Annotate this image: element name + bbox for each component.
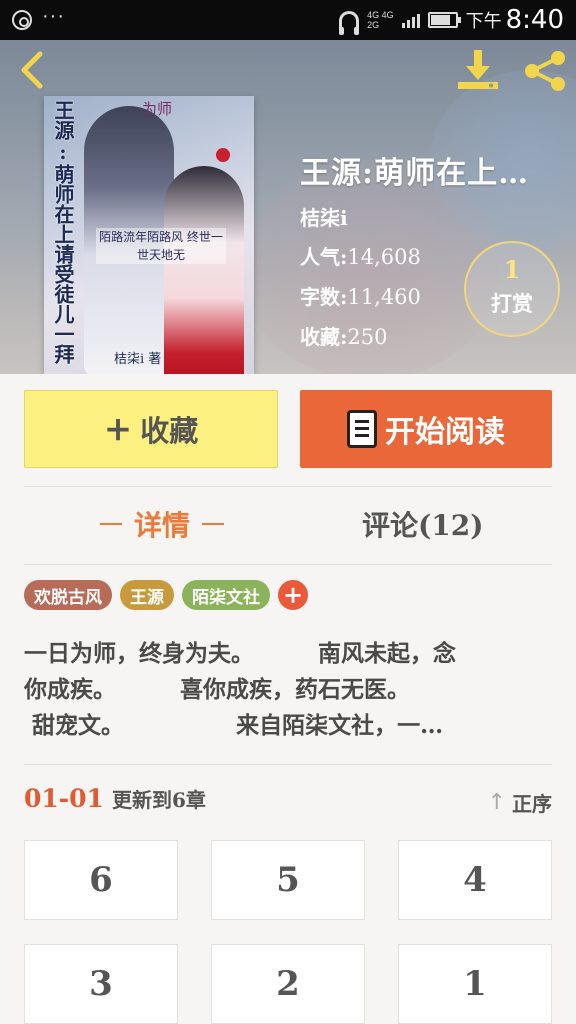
download-button[interactable] xyxy=(456,48,500,92)
cover-figure-female xyxy=(164,166,244,374)
network-top: 4G 4G xyxy=(367,10,394,20)
tab-comments[interactable]: 评论(12) xyxy=(362,500,483,548)
add-to-favorites-button[interactable]: + 收藏 xyxy=(24,390,278,468)
start-reading-label: 开始阅读 xyxy=(385,415,505,450)
network-indicator: 4G 4G 2G xyxy=(367,10,394,30)
stat-label: 字数: xyxy=(300,285,348,309)
book-description[interactable]: 一日为师，终身为夫。 南风未起，念 你成疾。 喜你成疾，药石无医。 甜宠文。 来… xyxy=(24,636,554,744)
update-date: 01-01 xyxy=(24,784,104,813)
tab-comments-label: 评论(12) xyxy=(362,509,484,542)
battery-icon xyxy=(427,12,461,28)
description-line: 你成疾。 喜你成疾，药石无医。 xyxy=(24,676,411,703)
stat-value: 11,460 xyxy=(347,285,421,309)
cover-flower xyxy=(216,148,230,162)
reward-button[interactable]: 1 打赏 xyxy=(464,241,560,337)
divider xyxy=(24,486,552,487)
favorite-label: 收藏 xyxy=(140,414,199,448)
book-icon xyxy=(347,410,377,448)
stat-label: 人气: xyxy=(300,245,348,269)
description-line: 甜宠文。 来自陌柒文社，一… xyxy=(24,712,444,739)
download-icon xyxy=(458,50,498,89)
tab-dash-right xyxy=(202,523,225,525)
chapter-button[interactable]: 1 xyxy=(398,944,552,1024)
divider xyxy=(24,764,552,765)
sort-order-label: 正序 xyxy=(512,792,552,816)
chapter-button[interactable]: 5 xyxy=(211,840,365,920)
start-reading-button[interactable]: 开始阅读 xyxy=(300,390,552,468)
update-info: 01-01 更新到6章 xyxy=(24,784,206,813)
book-header: 王源:萌师在上请受徒儿一拜 为师 陌路流年陌路风 终世一世天地无 桔柒i 著 王… xyxy=(0,40,576,374)
tag-chip[interactable]: 欢脱古风 xyxy=(24,580,112,610)
tab-details-label: 详情 xyxy=(134,509,191,542)
sort-order-button[interactable]: ↑ 正序 xyxy=(488,788,552,817)
description-line: 一日为师，终身为夫。 南风未起，念 xyxy=(24,640,457,667)
tag-list: 欢脱古风 王源 陌柒文社 + xyxy=(24,580,308,610)
book-cover[interactable]: 王源:萌师在上请受徒儿一拜 为师 陌路流年陌路风 终世一世天地无 桔柒i 著 xyxy=(44,96,254,374)
arrow-up-icon: ↑ xyxy=(487,790,506,815)
time-ampm: 下午 xyxy=(465,11,502,32)
tab-dash-left xyxy=(100,523,122,525)
tag-chip[interactable]: 陌柒文社 xyxy=(182,580,270,610)
network-bottom: 2G xyxy=(367,20,380,30)
cover-motto: 陌路流年陌路风 终世一世天地无 xyxy=(96,228,226,264)
reward-label: 打赏 xyxy=(491,291,533,316)
stat-value: 14,608 xyxy=(347,245,421,269)
book-author[interactable]: 桔柒i xyxy=(300,202,348,231)
tab-details[interactable]: 详情 xyxy=(88,500,236,548)
signal-icon xyxy=(401,12,420,28)
share-button[interactable] xyxy=(522,48,568,94)
cover-tag: 为师 xyxy=(142,100,173,118)
stat-favorites: 收藏:250 xyxy=(300,321,387,350)
back-button[interactable] xyxy=(14,50,54,90)
book-title: 王源:萌师在上… xyxy=(300,156,530,191)
stat-value: 250 xyxy=(347,325,388,349)
back-arrow-icon xyxy=(21,51,43,89)
stat-word-count: 字数:11,460 xyxy=(300,281,421,310)
reward-count: 1 xyxy=(503,255,521,284)
divider xyxy=(24,564,552,565)
update-text: 更新到6章 xyxy=(111,788,206,812)
share-icon xyxy=(525,51,565,91)
stat-label: 收藏: xyxy=(300,325,348,349)
plus-icon: + xyxy=(103,409,133,449)
tag-chip[interactable]: 王源 xyxy=(120,580,174,610)
more-notifications-icon: ··· xyxy=(42,5,65,27)
chapter-button[interactable]: 2 xyxy=(211,944,365,1024)
add-tag-button[interactable]: + xyxy=(278,580,308,610)
chapter-button[interactable]: 3 xyxy=(24,944,178,1024)
clock: 8:40 xyxy=(505,5,564,35)
status-bar: ··· 4G 4G 2G 下午 8:40 xyxy=(0,0,576,40)
sync-icon xyxy=(12,10,32,30)
stat-popularity: 人气:14,608 xyxy=(300,241,421,270)
chapter-button[interactable]: 6 xyxy=(24,840,178,920)
chapter-button[interactable]: 4 xyxy=(398,840,552,920)
cover-title: 王源:萌师在上请受徒儿一拜 xyxy=(51,100,74,364)
headphones-icon xyxy=(339,11,360,35)
cover-author: 桔柒i 著 xyxy=(114,352,162,367)
